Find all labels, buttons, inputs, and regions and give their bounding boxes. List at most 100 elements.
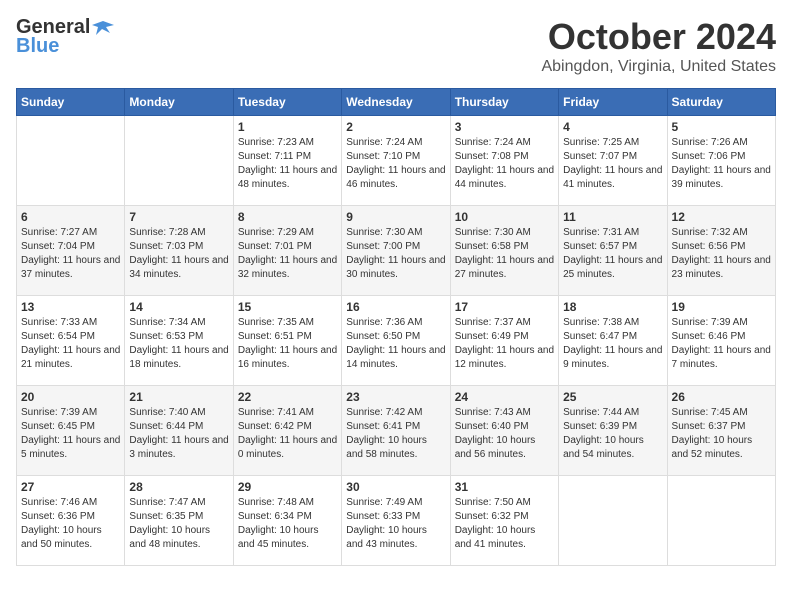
calendar-header-row: SundayMondayTuesdayWednesdayThursdayFrid… bbox=[17, 89, 776, 116]
logo-blue-text: Blue bbox=[16, 35, 59, 58]
calendar-cell: 7Sunrise: 7:28 AM Sunset: 7:03 PM Daylig… bbox=[125, 206, 233, 296]
day-info: Sunrise: 7:45 AM Sunset: 6:37 PM Dayligh… bbox=[672, 406, 771, 462]
day-info: Sunrise: 7:25 AM Sunset: 7:07 PM Dayligh… bbox=[563, 136, 662, 192]
day-number: 26 bbox=[672, 390, 771, 404]
day-number: 2 bbox=[346, 120, 445, 134]
calendar-cell: 11 Sunrise: 7:31 AM Sunset: 6:57 PM Dayli… bbox=[559, 206, 667, 296]
calendar-week-row: 27Sunrise: 7:46 AM Sunset: 6:36 PM Dayli… bbox=[17, 476, 776, 566]
calendar-cell: 9Sunrise: 7:30 AM Sunset: 7:00 PM Daylig… bbox=[342, 206, 450, 296]
day-number: 20 bbox=[21, 390, 120, 404]
weekday-header: Sunday bbox=[17, 89, 125, 116]
day-info: Sunrise: 7:43 AM Sunset: 6:40 PM Dayligh… bbox=[455, 406, 554, 462]
day-info: Sunrise: 7:44 AM Sunset: 6:39 PM Dayligh… bbox=[563, 406, 662, 462]
page-header: General Blue October 2024 Abingdon, Virg… bbox=[16, 16, 776, 76]
day-number: 12 bbox=[672, 210, 771, 224]
day-number: 8 bbox=[238, 210, 337, 224]
day-number: 30 bbox=[346, 480, 445, 494]
calendar-cell bbox=[559, 476, 667, 566]
calendar-cell: 30Sunrise: 7:49 AM Sunset: 6:33 PM Dayli… bbox=[342, 476, 450, 566]
day-info: Sunrise: 7:42 AM Sunset: 6:41 PM Dayligh… bbox=[346, 406, 445, 462]
day-number: 13 bbox=[21, 300, 120, 314]
logo-bird-icon bbox=[92, 17, 114, 39]
day-number: 3 bbox=[455, 120, 554, 134]
calendar-cell: 21 Sunrise: 7:40 AM Sunset: 6:44 PM Dayli… bbox=[125, 386, 233, 476]
day-number: 1 bbox=[238, 120, 337, 134]
day-info: Sunrise: 7:50 AM Sunset: 6:32 PM Dayligh… bbox=[455, 496, 554, 552]
weekday-header: Saturday bbox=[667, 89, 775, 116]
day-number: 18 bbox=[563, 300, 662, 314]
logo: General Blue bbox=[16, 16, 114, 58]
calendar-week-row: 1Sunrise: 7:23 AM Sunset: 7:11 PM Daylig… bbox=[17, 116, 776, 206]
calendar-week-row: 13 Sunrise: 7:33 AM Sunset: 6:54 PM Dayli… bbox=[17, 296, 776, 386]
day-number: 19 bbox=[672, 300, 771, 314]
calendar-cell: 4 Sunrise: 7:25 AM Sunset: 7:07 PM Daylig… bbox=[559, 116, 667, 206]
day-number: 4 bbox=[563, 120, 662, 134]
title-area: October 2024 Abingdon, Virginia, United … bbox=[541, 16, 776, 76]
day-info: Sunrise: 7:33 AM Sunset: 6:54 PM Dayligh… bbox=[21, 316, 120, 372]
calendar-cell: 2 Sunrise: 7:24 AM Sunset: 7:10 PM Daylig… bbox=[342, 116, 450, 206]
day-info: Sunrise: 7:46 AM Sunset: 6:36 PM Dayligh… bbox=[21, 496, 120, 552]
day-number: 22 bbox=[238, 390, 337, 404]
day-info: Sunrise: 7:24 AM Sunset: 7:08 PM Dayligh… bbox=[455, 136, 554, 192]
weekday-header: Friday bbox=[559, 89, 667, 116]
calendar-cell: 13 Sunrise: 7:33 AM Sunset: 6:54 PM Dayli… bbox=[17, 296, 125, 386]
day-info: Sunrise: 7:24 AM Sunset: 7:10 PM Dayligh… bbox=[346, 136, 445, 192]
day-info: Sunrise: 7:36 AM Sunset: 6:50 PM Dayligh… bbox=[346, 316, 445, 372]
calendar-cell: 8Sunrise: 7:29 AM Sunset: 7:01 PM Daylig… bbox=[233, 206, 341, 296]
day-number: 6 bbox=[21, 210, 120, 224]
day-number: 21 bbox=[129, 390, 228, 404]
calendar-cell: 31 Sunrise: 7:50 AM Sunset: 6:32 PM Dayli… bbox=[450, 476, 558, 566]
day-number: 24 bbox=[455, 390, 554, 404]
day-info: Sunrise: 7:31 AM Sunset: 6:57 PM Dayligh… bbox=[563, 226, 662, 282]
calendar-cell: 27Sunrise: 7:46 AM Sunset: 6:36 PM Dayli… bbox=[17, 476, 125, 566]
month-title: October 2024 bbox=[541, 16, 776, 58]
day-info: Sunrise: 7:39 AM Sunset: 6:45 PM Dayligh… bbox=[21, 406, 120, 462]
day-info: Sunrise: 7:32 AM Sunset: 6:56 PM Dayligh… bbox=[672, 226, 771, 282]
day-number: 25 bbox=[563, 390, 662, 404]
day-number: 11 bbox=[563, 210, 662, 224]
calendar-cell: 23 Sunrise: 7:42 AM Sunset: 6:41 PM Dayli… bbox=[342, 386, 450, 476]
day-info: Sunrise: 7:27 AM Sunset: 7:04 PM Dayligh… bbox=[21, 226, 120, 282]
day-info: Sunrise: 7:40 AM Sunset: 6:44 PM Dayligh… bbox=[129, 406, 228, 462]
day-number: 17 bbox=[455, 300, 554, 314]
calendar-cell: 24 Sunrise: 7:43 AM Sunset: 6:40 PM Dayli… bbox=[450, 386, 558, 476]
day-number: 5 bbox=[672, 120, 771, 134]
day-info: Sunrise: 7:48 AM Sunset: 6:34 PM Dayligh… bbox=[238, 496, 337, 552]
calendar-cell: 22 Sunrise: 7:41 AM Sunset: 6:42 PM Dayli… bbox=[233, 386, 341, 476]
calendar-cell: 16 Sunrise: 7:36 AM Sunset: 6:50 PM Dayli… bbox=[342, 296, 450, 386]
calendar-cell: 18Sunrise: 7:38 AM Sunset: 6:47 PM Dayli… bbox=[559, 296, 667, 386]
day-number: 10 bbox=[455, 210, 554, 224]
calendar-cell: 25 Sunrise: 7:44 AM Sunset: 6:39 PM Dayli… bbox=[559, 386, 667, 476]
calendar-cell: 19 Sunrise: 7:39 AM Sunset: 6:46 PM Dayli… bbox=[667, 296, 775, 386]
weekday-header: Wednesday bbox=[342, 89, 450, 116]
calendar-cell: 20 Sunrise: 7:39 AM Sunset: 6:45 PM Dayli… bbox=[17, 386, 125, 476]
day-number: 28 bbox=[129, 480, 228, 494]
location-title: Abingdon, Virginia, United States bbox=[541, 58, 776, 76]
calendar-cell: 10 Sunrise: 7:30 AM Sunset: 6:58 PM Dayli… bbox=[450, 206, 558, 296]
day-info: Sunrise: 7:35 AM Sunset: 6:51 PM Dayligh… bbox=[238, 316, 337, 372]
calendar-cell bbox=[667, 476, 775, 566]
calendar-cell: 5Sunrise: 7:26 AM Sunset: 7:06 PM Daylig… bbox=[667, 116, 775, 206]
day-info: Sunrise: 7:41 AM Sunset: 6:42 PM Dayligh… bbox=[238, 406, 337, 462]
day-number: 14 bbox=[129, 300, 228, 314]
day-info: Sunrise: 7:39 AM Sunset: 6:46 PM Dayligh… bbox=[672, 316, 771, 372]
calendar-cell: 15 Sunrise: 7:35 AM Sunset: 6:51 PM Dayli… bbox=[233, 296, 341, 386]
day-number: 7 bbox=[129, 210, 228, 224]
calendar-week-row: 6 Sunrise: 7:27 AM Sunset: 7:04 PM Daylig… bbox=[17, 206, 776, 296]
calendar-cell: 3 Sunrise: 7:24 AM Sunset: 7:08 PM Daylig… bbox=[450, 116, 558, 206]
day-number: 16 bbox=[346, 300, 445, 314]
day-number: 15 bbox=[238, 300, 337, 314]
day-number: 23 bbox=[346, 390, 445, 404]
day-info: Sunrise: 7:37 AM Sunset: 6:49 PM Dayligh… bbox=[455, 316, 554, 372]
calendar-cell: 6 Sunrise: 7:27 AM Sunset: 7:04 PM Daylig… bbox=[17, 206, 125, 296]
day-number: 31 bbox=[455, 480, 554, 494]
day-info: Sunrise: 7:30 AM Sunset: 7:00 PM Dayligh… bbox=[346, 226, 445, 282]
day-info: Sunrise: 7:47 AM Sunset: 6:35 PM Dayligh… bbox=[129, 496, 228, 552]
day-info: Sunrise: 7:34 AM Sunset: 6:53 PM Dayligh… bbox=[129, 316, 228, 372]
weekday-header: Thursday bbox=[450, 89, 558, 116]
calendar-cell: 12 Sunrise: 7:32 AM Sunset: 6:56 PM Dayli… bbox=[667, 206, 775, 296]
day-info: Sunrise: 7:30 AM Sunset: 6:58 PM Dayligh… bbox=[455, 226, 554, 282]
calendar-table: SundayMondayTuesdayWednesdayThursdayFrid… bbox=[16, 88, 776, 566]
calendar-cell: 14 Sunrise: 7:34 AM Sunset: 6:53 PM Dayli… bbox=[125, 296, 233, 386]
calendar-cell bbox=[125, 116, 233, 206]
